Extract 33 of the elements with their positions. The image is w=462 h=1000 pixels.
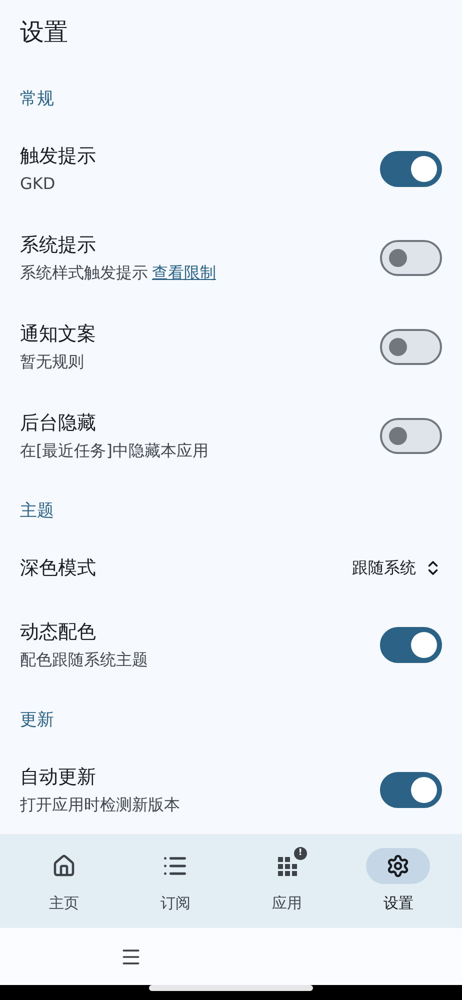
setting-title: 后台隐藏 (20, 410, 97, 434)
setting-subtitle: 打开应用时检测新版本 (20, 794, 180, 814)
dark-mode-select[interactable]: 跟随系统 (352, 556, 442, 580)
section-header: 更新 (20, 708, 54, 732)
toggle-switch[interactable] (380, 150, 442, 186)
toggle-switch[interactable] (380, 418, 442, 454)
setting-title: 系统提示 (20, 232, 97, 256)
settings-icon (386, 854, 410, 878)
setting-subtitle: 配色跟随系统主题 (20, 650, 148, 670)
home-icon (52, 854, 76, 878)
page-title: 设置 (20, 17, 68, 48)
setting-subtitle: 在[最近任务]中隐藏本应用 (20, 440, 208, 460)
toggle-switch[interactable] (380, 240, 442, 276)
view-limits-link[interactable]: 查看限制 (152, 262, 216, 282)
nav-tab[interactable]: 主页 (14, 848, 114, 914)
section-header: 主题 (20, 500, 54, 522)
setting-title: 深色模式 (20, 556, 96, 581)
nav-tab[interactable]: 订阅 (125, 848, 226, 914)
setting-title: 通知文案 (20, 322, 96, 346)
setting-subtitle: 暂无规则 (20, 352, 84, 372)
toggle-switch[interactable] (380, 626, 442, 662)
section-header: 常规 (20, 88, 54, 110)
nav-tab[interactable]: 设置 (348, 848, 448, 914)
setting-subtitle: 系统样式触发提示 (20, 262, 148, 282)
toggle-switch[interactable] (380, 328, 442, 364)
gesture-handle[interactable] (149, 985, 313, 991)
toggle-switch[interactable] (380, 772, 442, 808)
setting-title: 动态配色 (20, 620, 97, 644)
setting-title: 触发提示 (20, 144, 96, 168)
setting-subtitle: GKD (20, 174, 56, 194)
setting-title: 自动更新 (20, 764, 97, 788)
nav-tab[interactable]: ! 应用 (236, 848, 337, 914)
notification-badge: ! (294, 846, 307, 860)
